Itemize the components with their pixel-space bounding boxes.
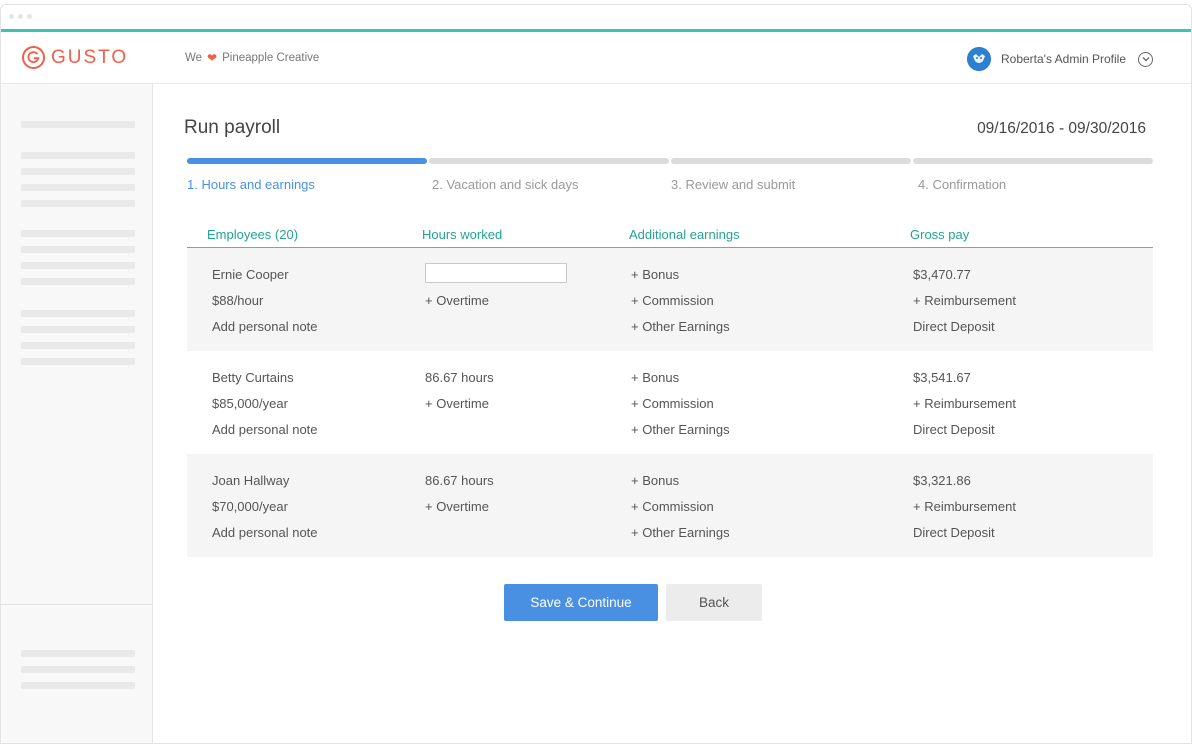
- browser-window: GUSTO We ❤ Pineapple Creative Roberta's …: [0, 4, 1192, 744]
- payroll-table: Employees (20) Hours worked Additional e…: [187, 222, 1153, 557]
- gross-pay-value: $3,321.86: [913, 473, 971, 488]
- sidebar-placeholder-item[interactable]: [21, 310, 135, 317]
- payment-method[interactable]: Direct Deposit: [913, 423, 995, 437]
- save-continue-button[interactable]: Save & Continue: [504, 584, 658, 621]
- step-confirmation[interactable]: 4. Confirmation: [913, 158, 1153, 192]
- step-label: 1. Hours and earnings: [187, 177, 315, 192]
- close-dot[interactable]: [9, 14, 14, 19]
- step-vacation-and-sick-days[interactable]: 2. Vacation and sick days: [429, 158, 669, 192]
- other-earnings-link[interactable]: + Other Earnings: [631, 423, 730, 437]
- commission-link[interactable]: + Commission: [631, 500, 714, 514]
- sidebar: [1, 84, 153, 743]
- commission-link[interactable]: + Commission: [631, 294, 714, 308]
- header-employees[interactable]: Employees (20): [207, 227, 298, 242]
- other-earnings-link[interactable]: + Other Earnings: [631, 526, 730, 540]
- overtime-link[interactable]: + Overtime: [425, 294, 489, 308]
- step-label: 2. Vacation and sick days: [432, 177, 579, 192]
- employee-rate: $85,000/year: [212, 396, 288, 411]
- sidebar-placeholder-item[interactable]: [21, 246, 135, 253]
- sidebar-placeholder-item[interactable]: [21, 358, 135, 365]
- hours-worked-input[interactable]: [425, 263, 567, 283]
- gross-pay-value: $3,470.77: [913, 267, 971, 282]
- company-name: Pineapple Creative: [222, 52, 320, 64]
- step-progress-bar: [671, 158, 911, 164]
- sidebar-placeholder-item[interactable]: [21, 152, 135, 159]
- bonus-link[interactable]: + Bonus: [631, 371, 679, 385]
- table-row: Ernie Cooper $88/hour Add personal note …: [187, 248, 1153, 351]
- overtime-link[interactable]: + Overtime: [425, 500, 489, 514]
- employee-name[interactable]: Joan Hallway: [212, 474, 289, 488]
- employee-rate: $88/hour: [212, 293, 264, 308]
- pay-period: 09/16/2016 - 09/30/2016: [977, 120, 1146, 137]
- sidebar-placeholder-item[interactable]: [21, 682, 135, 689]
- company-prefix: We: [185, 52, 203, 64]
- reimbursement-link[interactable]: + Reimbursement: [913, 294, 1016, 308]
- sidebar-placeholder-item[interactable]: [21, 342, 135, 349]
- sidebar-placeholder-item[interactable]: [21, 184, 135, 191]
- hours-worked-value[interactable]: 86.67 hours: [425, 474, 494, 488]
- heart-icon: ❤: [207, 51, 218, 65]
- sidebar-placeholder-item[interactable]: [21, 650, 135, 657]
- reimbursement-link[interactable]: + Reimbursement: [913, 397, 1016, 411]
- chevron-down-icon[interactable]: [1138, 51, 1153, 67]
- table-row: Joan Hallway $70,000/year Add personal n…: [187, 454, 1153, 557]
- payment-method[interactable]: Direct Deposit: [913, 526, 995, 540]
- bonus-link[interactable]: + Bonus: [631, 268, 679, 282]
- employee-name[interactable]: Betty Curtains: [212, 371, 294, 385]
- header-additional-earnings: Additional earnings: [629, 227, 740, 242]
- step-hours-and-earnings[interactable]: 1. Hours and earnings: [187, 158, 427, 192]
- maximize-dot[interactable]: [27, 14, 32, 19]
- step-progress-bar: [913, 158, 1153, 164]
- sidebar-divider: [1, 604, 153, 605]
- gusto-logo[interactable]: GUSTO: [22, 46, 128, 69]
- step-progress-bar: [187, 158, 427, 164]
- back-button[interactable]: Back: [666, 584, 762, 621]
- sidebar-placeholder-item[interactable]: [21, 200, 135, 207]
- sidebar-placeholder-item[interactable]: [21, 278, 135, 285]
- header-gross-pay: Gross pay: [910, 227, 970, 242]
- sidebar-placeholder-item[interactable]: [21, 326, 135, 333]
- gusto-logo-icon: [22, 46, 45, 69]
- window-controls: [9, 14, 32, 19]
- sidebar-placeholder-item[interactable]: [21, 262, 135, 269]
- page-title: Run payroll: [184, 117, 281, 138]
- step-label: 3. Review and submit: [671, 177, 796, 192]
- overtime-link[interactable]: + Overtime: [425, 397, 489, 411]
- gross-pay-value: $3,541.67: [913, 370, 971, 385]
- sidebar-placeholder-item[interactable]: [21, 666, 135, 673]
- hours-worked-value[interactable]: 86.67 hours: [425, 371, 494, 385]
- avatar: [966, 47, 991, 71]
- main-content: Run payroll 09/16/2016 - 09/30/2016 1. H…: [153, 84, 1191, 743]
- add-personal-note-link[interactable]: Add personal note: [212, 423, 318, 437]
- gusto-logo-text: GUSTO: [51, 46, 129, 68]
- employee-name[interactable]: Ernie Cooper: [212, 268, 289, 282]
- bonus-link[interactable]: + Bonus: [631, 474, 679, 488]
- sidebar-placeholder-item[interactable]: [21, 168, 135, 175]
- company-indicator: We ❤ Pineapple Creative: [185, 51, 319, 65]
- profile-menu[interactable]: Roberta's Admin Profile: [966, 47, 1153, 71]
- reimbursement-link[interactable]: + Reimbursement: [913, 500, 1016, 514]
- step-review-and-submit[interactable]: 3. Review and submit: [671, 158, 911, 192]
- step-progress-bar: [429, 158, 669, 164]
- sidebar-placeholder-item[interactable]: [21, 121, 135, 128]
- header-hours-worked: Hours worked: [422, 227, 503, 242]
- payment-method[interactable]: Direct Deposit: [913, 320, 995, 334]
- minimize-dot[interactable]: [18, 14, 23, 19]
- other-earnings-link[interactable]: + Other Earnings: [631, 320, 730, 334]
- step-label: 4. Confirmation: [918, 177, 1007, 192]
- employee-rate: $70,000/year: [212, 499, 288, 514]
- top-navigation: GUSTO We ❤ Pineapple Creative Roberta's …: [1, 32, 1191, 84]
- window-titlebar: [1, 5, 1191, 29]
- add-personal-note-link[interactable]: Add personal note: [212, 526, 318, 540]
- profile-name: Roberta's Admin Profile: [1000, 52, 1126, 66]
- table-header: Employees (20) Hours worked Additional e…: [187, 222, 1153, 248]
- add-personal-note-link[interactable]: Add personal note: [212, 320, 318, 334]
- commission-link[interactable]: + Commission: [631, 397, 714, 411]
- table-row: Betty Curtains $85,000/year Add personal…: [187, 351, 1153, 454]
- sidebar-placeholder-item[interactable]: [21, 230, 135, 237]
